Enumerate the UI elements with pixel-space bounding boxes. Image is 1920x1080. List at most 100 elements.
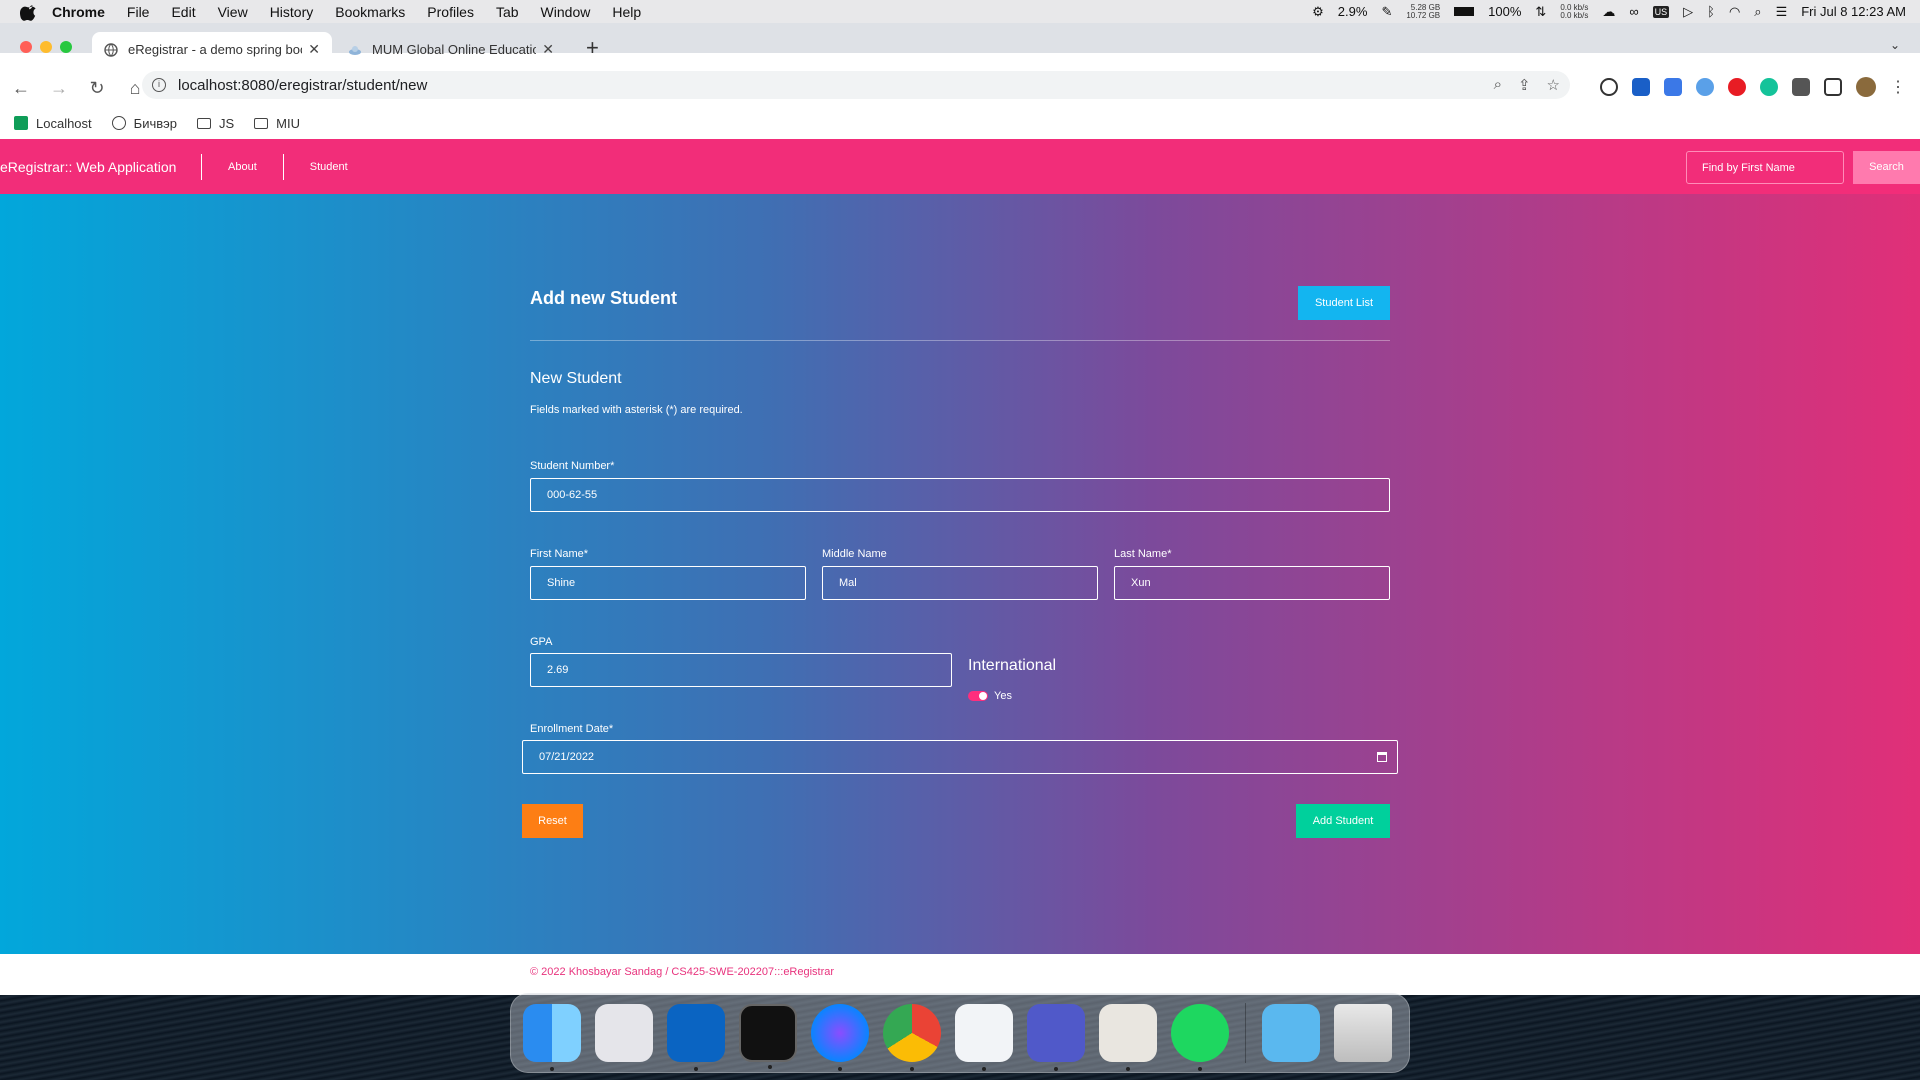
close-tab-icon[interactable]: ✕	[542, 41, 554, 58]
search-input[interactable]	[1686, 151, 1844, 184]
browser-tab-active[interactable]: eRegistrar - a demo spring boo ✕	[92, 32, 332, 67]
minimize-window-button[interactable]	[40, 41, 52, 53]
reset-button[interactable]: Reset	[522, 804, 583, 838]
bookmark-folder-js[interactable]: JS	[197, 116, 234, 131]
spotify-icon[interactable]	[1171, 1004, 1229, 1071]
tab-search-chevron-icon[interactable]: ⌄	[1890, 38, 1900, 52]
site-info-icon[interactable]: i	[152, 78, 166, 92]
messenger-icon[interactable]	[811, 1004, 869, 1071]
running-indicator	[1198, 1067, 1202, 1071]
launchpad-icon[interactable]	[595, 1004, 653, 1062]
menu-bookmarks[interactable]: Bookmarks	[335, 4, 405, 20]
reload-icon[interactable]: ↻	[88, 79, 106, 97]
menu-file[interactable]: File	[127, 4, 150, 20]
middle-name-field[interactable]: Mal	[822, 566, 1098, 600]
international-toggle[interactable]	[968, 691, 988, 701]
extensions-bar: ⋮	[1600, 77, 1906, 97]
calendar-icon[interactable]	[1377, 752, 1387, 762]
memory-icon: ✎	[1381, 3, 1393, 19]
student-list-button[interactable]: Student List	[1298, 286, 1390, 320]
bluetooth-icon[interactable]: ᛒ	[1707, 4, 1715, 19]
close-tab-icon[interactable]: ✕	[308, 41, 320, 58]
running-indicator	[982, 1067, 986, 1071]
avatar[interactable]	[1856, 77, 1876, 97]
new-tab-icon[interactable]: +	[586, 35, 599, 61]
menu-view[interactable]: View	[218, 4, 248, 20]
back-arrow-icon[interactable]: ←	[12, 79, 30, 97]
spotlight-search-icon[interactable]: ⌕	[1754, 4, 1761, 20]
outlook-icon[interactable]	[667, 1004, 725, 1071]
extension-globe-icon[interactable]	[1696, 78, 1714, 96]
divider	[530, 340, 1390, 341]
zoom-icon[interactable]: ⌕	[1494, 76, 1502, 94]
middle-name-label: Middle Name	[822, 548, 887, 560]
browser-tab[interactable]: MUM Global Online Education ✕	[336, 32, 566, 67]
share-icon[interactable]: ⇪	[1518, 76, 1531, 94]
downloads-folder-icon[interactable]	[1262, 1004, 1320, 1062]
network-readout: 0.0 kb/s 0.0 kb/s	[1560, 3, 1589, 20]
student-number-field[interactable]: 000-62-55	[530, 478, 1390, 512]
bookmark-bichver[interactable]: Бичвэр	[111, 116, 177, 131]
gear-icon[interactable]: ⚙	[1312, 4, 1324, 20]
vscode-icon[interactable]	[955, 1004, 1013, 1071]
bookmark-folder-miu[interactable]: MIU	[254, 116, 300, 131]
battery-icon[interactable]	[1454, 7, 1475, 16]
play-icon[interactable]: ▷	[1683, 4, 1693, 20]
add-student-button[interactable]: Add Student	[1296, 804, 1390, 838]
control-center-icon[interactable]: ☰	[1776, 4, 1788, 20]
close-window-button[interactable]	[20, 41, 32, 53]
memory-total: 10.72 GB	[1406, 10, 1441, 20]
extension-blue-icon[interactable]	[1632, 78, 1650, 96]
translate-icon[interactable]	[1664, 78, 1682, 96]
search-button[interactable]: Search	[1853, 151, 1920, 184]
form-subtitle: New Student	[530, 370, 622, 387]
address-bar-url[interactable]: localhost:8080/eregistrar/student/new	[178, 77, 427, 94]
first-name-label: First Name*	[530, 548, 589, 560]
teams-icon[interactable]	[1027, 1004, 1085, 1071]
nav-link-about[interactable]: About	[202, 153, 284, 180]
trash-icon[interactable]	[1334, 1004, 1392, 1062]
menu-help[interactable]: Help	[612, 4, 641, 20]
menu-tab[interactable]: Tab	[496, 4, 519, 20]
menubar-datetime[interactable]: Fri Jul 8 12:23 AM	[1801, 4, 1906, 19]
more-menu-icon[interactable]: ⋮	[1890, 77, 1906, 97]
menu-history[interactable]: History	[270, 4, 314, 20]
menu-profiles[interactable]: Profiles	[427, 4, 474, 20]
international-toggle-label[interactable]: Yes	[994, 690, 1012, 702]
first-name-field[interactable]: Shine	[530, 566, 806, 600]
last-name-field[interactable]: Xun	[1114, 566, 1390, 600]
menu-window[interactable]: Window	[541, 4, 591, 20]
input-language[interactable]: US	[1652, 5, 1670, 18]
last-name-label: Last Name*	[1114, 548, 1172, 560]
menu-edit[interactable]: Edit	[171, 4, 195, 20]
zoom-window-button[interactable]	[60, 41, 72, 53]
menu-app-name[interactable]: Chrome	[52, 4, 105, 20]
opera-icon[interactable]	[1728, 78, 1746, 96]
wifi-icon[interactable]: ◠	[1729, 4, 1740, 20]
net-down: 0.0 kb/s	[1560, 10, 1589, 20]
main-content: Add new Student Student List New Student…	[0, 194, 1920, 954]
forward-arrow-icon[interactable]: →	[50, 79, 68, 97]
address-bar[interactable]: i localhost:8080/eregistrar/student/new …	[142, 71, 1570, 99]
bookmark-localhost[interactable]: Localhost	[14, 116, 92, 131]
bookmark-star-icon[interactable]: ☆	[1547, 76, 1560, 94]
macos-dock	[510, 993, 1410, 1073]
app-brand[interactable]: eRegistrar:: Web Application	[0, 153, 202, 180]
extension-sync-icon[interactable]	[1600, 78, 1618, 96]
terminal-icon[interactable]	[739, 1004, 797, 1069]
enrollment-date-field[interactable]: 07/21/2022	[522, 740, 1398, 774]
side-panel-icon[interactable]	[1824, 78, 1842, 96]
tab-title: eRegistrar - a demo spring boo	[128, 42, 303, 57]
glasses-icon[interactable]: ∞	[1629, 4, 1638, 19]
gpa-field[interactable]: 2.69	[530, 653, 952, 687]
sequel-ace-icon[interactable]	[1099, 1004, 1157, 1071]
apple-icon[interactable]	[20, 3, 38, 21]
grammarly-icon[interactable]	[1760, 78, 1778, 96]
puzzle-icon[interactable]	[1792, 78, 1810, 96]
enrollment-date-value: 07/21/2022	[539, 751, 595, 763]
toggle-knob	[979, 692, 987, 700]
chrome-icon[interactable]	[883, 1004, 941, 1071]
cloud-icon[interactable]: ☁	[1602, 4, 1615, 20]
nav-link-student[interactable]: Student	[284, 154, 374, 180]
finder-icon[interactable]	[523, 1004, 581, 1071]
